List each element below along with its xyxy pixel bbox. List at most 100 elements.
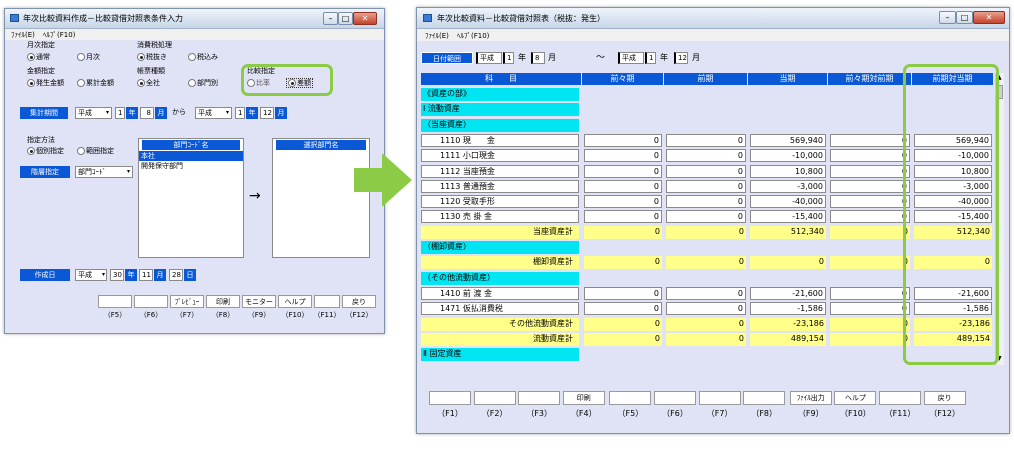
maximize-button[interactable]: □ [338, 12, 353, 25]
created-era-select[interactable]: 平成 ▾ [75, 269, 107, 281]
created-year-input[interactable]: 30 [110, 269, 124, 281]
dept-list-item-honsha[interactable]: 本社 [139, 151, 243, 161]
era-from-select[interactable]: 平成 ▾ [75, 107, 112, 119]
f7-button[interactable] [698, 391, 741, 405]
close-button[interactable]: ✕ [353, 12, 377, 25]
radio-range-label: 範囲指定 [86, 147, 114, 155]
radio-individual[interactable]: 個別指定 [27, 147, 64, 155]
radio-normal-label: 通常 [36, 53, 50, 61]
menu-file[interactable]: ﾌｧｲﾙ(E) [425, 31, 449, 41]
preview-button[interactable]: ﾌﾟﾚﾋﾞｭｰ [170, 295, 204, 308]
amount-cell: 0 [830, 210, 910, 224]
amount-cell: -1,586 [750, 302, 826, 316]
fkey-label: （F8） [211, 311, 235, 319]
year-from-input[interactable]: 1 [115, 107, 125, 119]
date-range-label: 日付範囲 [421, 52, 473, 64]
radio-by-dept[interactable]: 部門別 [188, 79, 218, 87]
radio-monthly[interactable]: 月次 [77, 53, 100, 61]
menu-file[interactable]: ﾌｧｲﾙ(E) [11, 30, 35, 40]
month-to-input[interactable]: 12 [260, 107, 274, 119]
radio-dot [188, 53, 196, 61]
account-name: 1410 前 渡 金 [421, 286, 579, 300]
print-button[interactable]: 印刷 [562, 391, 605, 405]
radio-range[interactable]: 範囲指定 [77, 147, 114, 155]
amount-cell: 0 [584, 164, 662, 178]
help-button[interactable]: ヘルプ [278, 295, 312, 308]
amount-cell: -40,000 [750, 195, 826, 209]
amount-cell: 0 [666, 317, 746, 331]
minimize-button[interactable]: – [323, 12, 338, 25]
selected-list-header: 選択部門名 [276, 140, 366, 150]
amount-cell: -10,000 [750, 149, 826, 163]
created-month-input[interactable]: 11 [139, 269, 153, 281]
year-to-field[interactable]: 1 [645, 52, 656, 64]
menu-help[interactable]: ﾍﾙﾌﾟ(F10) [457, 31, 489, 41]
maximize-button[interactable]: □ [956, 11, 973, 24]
fkey-label: （F10） [281, 311, 309, 319]
era-from-field[interactable]: 平成 [476, 52, 502, 64]
hierarchy-select[interactable]: 部門ｺｰﾄﾞ ▾ [75, 166, 133, 178]
fkey-label: （F10） [840, 409, 871, 418]
radio-tax-excl[interactable]: 税抜き [137, 53, 167, 61]
created-date-label: 作成日 [20, 269, 70, 281]
print-button[interactable]: 印刷 [206, 295, 240, 308]
f6-button[interactable] [654, 391, 696, 405]
monthly-label: 月次指定 [27, 41, 55, 49]
year-from-field[interactable]: 1 [503, 52, 514, 64]
month-unit: 月 [155, 107, 167, 119]
account-name: 1113 普通預金 [421, 179, 579, 193]
account-name: 1112 当座預金 [421, 164, 579, 178]
monitor-button[interactable]: モニター [242, 295, 276, 308]
minimize-button[interactable]: – [939, 11, 956, 24]
account-name: 1111 小口現金 [421, 149, 579, 163]
f6-button[interactable] [134, 295, 168, 308]
file-output-button[interactable]: ﾌｧｲﾙ出力 [789, 391, 832, 405]
hierarchy-value: 部門ｺｰﾄﾞ [78, 168, 106, 176]
f11-button[interactable] [314, 295, 340, 308]
created-day-input[interactable]: 28 [169, 269, 183, 281]
back-button[interactable]: 戻り [342, 295, 376, 308]
radio-tax-incl[interactable]: 税込み [188, 53, 218, 61]
f3-button[interactable] [518, 391, 561, 405]
month-from-input[interactable]: 8 [140, 107, 154, 119]
f5-button[interactable] [98, 295, 132, 308]
help-button[interactable]: ヘルプ [834, 391, 877, 405]
account-name: （当座資産） [421, 118, 579, 132]
amount-cell: 0 [830, 195, 910, 209]
amount-cell: -21,600 [750, 286, 826, 300]
amount-cell: 0 [584, 317, 662, 331]
amount-cell: 0 [830, 302, 910, 316]
back-button[interactable]: 戻り [923, 391, 966, 405]
account-name: 1130 売 掛 金 [421, 210, 579, 224]
fkey-label: （F12） [345, 311, 373, 319]
radio-dot [188, 79, 196, 87]
radio-by-dept-label: 部門別 [197, 79, 218, 87]
month-from-field[interactable]: 8 [531, 52, 545, 64]
radio-company[interactable]: 全社 [137, 79, 160, 87]
amount-cell: 0 [666, 133, 746, 147]
fkey-label: （F1） [437, 409, 463, 418]
menu-help[interactable]: ﾍﾙﾌﾟ(F10) [43, 30, 75, 40]
amount-cell: 0 [830, 149, 910, 163]
col-prev-prev: 前々期 [582, 73, 664, 85]
era-to-select[interactable]: 平成 ▾ [195, 107, 232, 119]
account-name: 1471 仮払消費税 [421, 302, 579, 316]
fkey-label: （F7） [175, 311, 199, 319]
f2-button[interactable] [473, 391, 516, 405]
year-to-input[interactable]: 1 [235, 107, 245, 119]
radio-cumulative[interactable]: 累計金額 [77, 79, 114, 87]
dept-list-item-dev[interactable]: 開発保守部門 [139, 161, 243, 171]
f8-button[interactable] [743, 391, 786, 405]
f11-button[interactable] [879, 391, 921, 405]
radio-occurrence[interactable]: 発生金額 [27, 79, 64, 87]
dept-list[interactable]: 部門ｺｰﾄﾞ名 本社 開発保守部門 [138, 138, 244, 258]
close-button[interactable]: ✕ [973, 11, 1005, 24]
f1-button[interactable] [429, 391, 471, 405]
radio-normal[interactable]: 通常 [27, 53, 50, 61]
era-to-field[interactable]: 平成 [618, 52, 644, 64]
created-era-value: 平成 [78, 271, 92, 279]
dept-list-header: 部門ｺｰﾄﾞ名 [142, 140, 240, 150]
amount-cell: 0 [584, 149, 662, 163]
f5-button[interactable] [609, 391, 652, 405]
month-to-field[interactable]: 12 [674, 52, 688, 64]
